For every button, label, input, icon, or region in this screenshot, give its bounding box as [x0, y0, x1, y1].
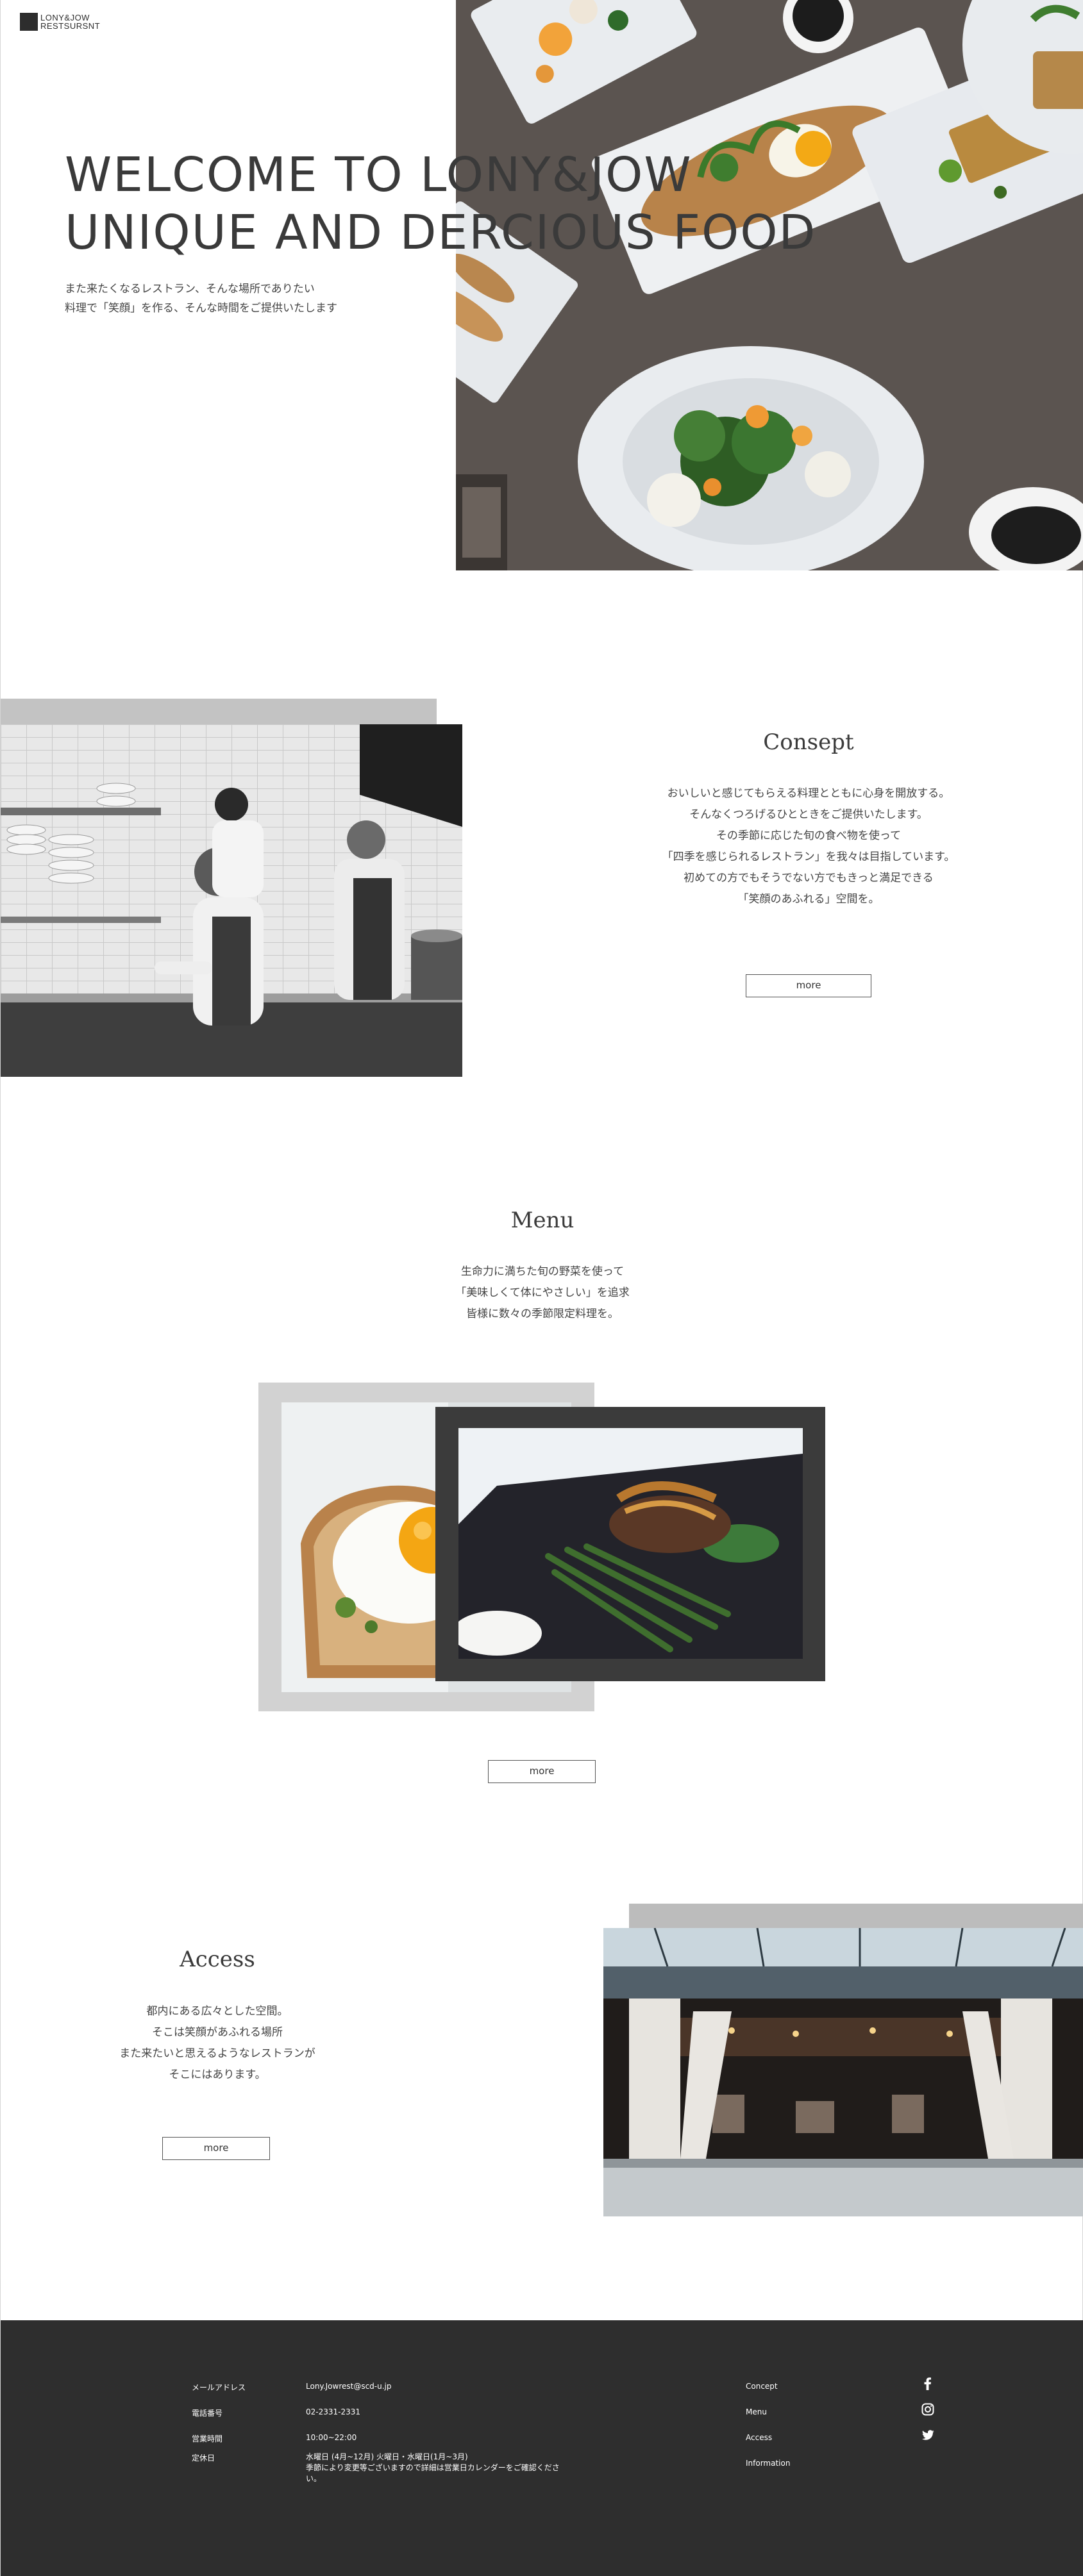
concept-line: 「笑顔のあふれる」空間を。	[737, 893, 880, 906]
instagram-icon[interactable]	[921, 2402, 935, 2416]
hero-food-photo	[456, 0, 1083, 570]
restaurant-exterior-illustration	[603, 1928, 1083, 2216]
hero-subtitle: また来たくなるレストラン、そんな場所でありたい 料理で「笑顔」を作る、そんな時間…	[65, 279, 337, 318]
concept-text: おいしいと感じてもらえる料理とともに心身を開放する。 そんなくつろげるひとときを…	[616, 783, 1001, 910]
concept-title: Consept	[763, 729, 854, 755]
kitchen-chefs-photo	[1, 724, 462, 1077]
menu-text: 生命力に満ちた旬の野菜を使って 「美味しくて体にやさしい」を追求 皆様に数々の季…	[350, 1261, 735, 1325]
twitter-icon[interactable]	[921, 2428, 935, 2442]
concept-line: おいしいと感じてもらえる料理とともに心身を開放する。	[667, 787, 950, 800]
hero-title-line-2: UNIQUE AND DERCIOUS FOOD	[65, 205, 817, 260]
footer-nav-concept[interactable]: Concept	[746, 2382, 778, 2391]
menu-line: 生命力に満ちた旬の野菜を使って	[460, 1265, 625, 1278]
access-line: そこにはあります。	[169, 2068, 266, 2081]
footer-nav-menu[interactable]: Menu	[746, 2407, 767, 2416]
menu-line: 「美味しくて体にやさしい」を追求	[455, 1286, 630, 1299]
footer-holiday-value: 水曜日 (4月~12月) 火曜日・水曜日(1月~3月) 季節により変更等ございま…	[306, 2452, 569, 2484]
access-accent-bar	[629, 1904, 1083, 1928]
concept-line: 初めての方でもそうでない方でもきっと満足できる	[684, 872, 934, 885]
menu-title: Menu	[510, 1208, 575, 1233]
concept-more-button[interactable]: more	[746, 974, 871, 997]
facebook-icon[interactable]	[921, 2377, 935, 2391]
footer-hours-value: 10:00~22:00	[306, 2433, 357, 2442]
hero-title: WELCOME TO LONY&JOW UNIQUE AND DERCIOUS …	[65, 146, 816, 262]
footer-nav-information[interactable]: Information	[746, 2459, 790, 2468]
access-text: 都内にある広々とした空間。 そこは笑顔があふれる場所 また来たいと思えるようなレ…	[25, 2001, 410, 2086]
footer-holiday-label: 定休日	[192, 2454, 215, 2463]
hero-title-line-1: WELCOME TO LONY&JOW	[65, 147, 693, 203]
concept-line: その季節に応じた旬の食べ物を使って	[716, 829, 902, 842]
footer-phone-value[interactable]: 02-2331-2331	[306, 2407, 360, 2418]
access-line: 都内にある広々とした空間。	[146, 2005, 289, 2018]
footer-holiday-note-2: い。	[306, 2474, 322, 2483]
concept-accent-bar	[1, 699, 437, 724]
footer-email-value[interactable]: Lony.Jowrest@scd-u.jp	[306, 2381, 392, 2392]
menu-more-button[interactable]: more	[488, 1760, 596, 1783]
concept-line: そんなくつろげるひとときをご提供いたします。	[689, 808, 928, 821]
footer-holiday-note-1: 季節により変更等ございますので詳細は営業日カレンダーをご確認くださ	[306, 2463, 560, 2472]
kitchen-illustration	[1, 724, 462, 1077]
restaurant-exterior-photo	[603, 1928, 1083, 2216]
footer-holiday-days: 水曜日 (4月~12月) 火曜日・水曜日(1月~3月)	[306, 2452, 468, 2461]
site-footer: メールアドレス Lony.Jowrest@scd-u.jp 電話番号 02-23…	[1, 2320, 1083, 2576]
logo-mark	[20, 13, 38, 31]
hero-sub-line-1: また来たくなるレストラン、そんな場所でありたい	[65, 283, 315, 295]
logo-text: LONY&JOW RESTSURSNT	[40, 13, 100, 30]
footer-hours-label: 営業時間	[192, 2434, 223, 2443]
footer-nav-access[interactable]: Access	[746, 2433, 772, 2442]
access-more-button[interactable]: more	[162, 2137, 270, 2160]
menu-line: 皆様に数々の季節限定料理を。	[466, 1308, 619, 1320]
concept-line: 「四季を感じられるレストラン」を我々は目指しています。	[662, 851, 955, 863]
hero-sub-line-2: 料理で「笑顔」を作る、そんな時間をご提供いたします	[65, 302, 337, 315]
access-line: そこは笑顔があふれる場所	[152, 2026, 283, 2039]
footer-phone-label: 電話番号	[192, 2409, 223, 2418]
access-title: Access	[180, 1947, 255, 1972]
site-logo[interactable]: LONY&JOW RESTSURSNT	[20, 13, 100, 31]
footer-email-label: メールアドレス	[192, 2383, 246, 2392]
logo-line-2: RESTSURSNT	[40, 21, 101, 31]
steak-illustration	[458, 1428, 803, 1659]
hero-food-illustration	[456, 0, 1083, 570]
access-line: また来たいと思えるようなレストランが	[119, 2047, 315, 2060]
steak-photo	[458, 1428, 803, 1659]
